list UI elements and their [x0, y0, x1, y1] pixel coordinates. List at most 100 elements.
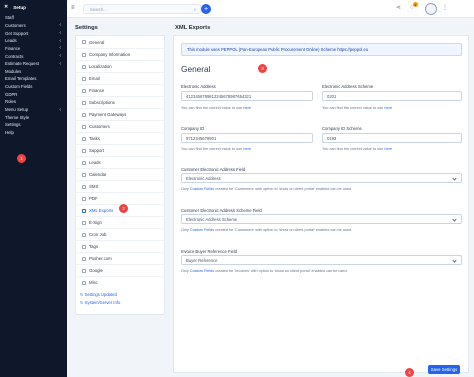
menu-item-icon	[82, 208, 86, 213]
settings-menu-item-label: Support	[89, 148, 105, 153]
settings-menu-item-email[interactable]: Email	[76, 72, 164, 84]
sidebar-item-gdpr[interactable]: GDPR	[0, 90, 67, 98]
settings-menu-item-sms[interactable]: SMS	[76, 180, 164, 192]
chevron-left-icon: ‹	[59, 37, 61, 44]
settings-menu-item-google[interactable]: Google	[76, 264, 164, 276]
menu-item-icon	[82, 244, 86, 249]
invoice-buyer-reference-field-label: Invoice Buyer Reference Field	[181, 249, 238, 254]
menu-item-icon	[82, 268, 86, 273]
settings-menu-item-label: General	[89, 39, 105, 45]
menu-toggle-icon[interactable]: ≡	[71, 5, 75, 11]
company-id-scheme-input[interactable]: 0193	[322, 133, 462, 143]
sidebar-item-help[interactable]: Help	[0, 129, 67, 137]
share-icon[interactable]: ⋖	[396, 4, 401, 11]
sidebar-item-modules[interactable]: Modules	[0, 67, 67, 75]
customer-electronic-address-field-select[interactable]: Electronic Address	[181, 173, 462, 183]
settings-links: ↻ Settings Updated ↻ System/Server Info	[80, 291, 120, 306]
xml-exports-panel: This module uses PEPPOL (Pan-European Pu…	[173, 35, 469, 373]
menu-item-icon	[82, 220, 86, 225]
menu-item-icon	[82, 196, 86, 201]
sidebar-item-roles[interactable]: Roles	[0, 98, 67, 106]
custom-fields-link-3[interactable]: Custom Fields	[190, 269, 214, 273]
settings-menu-item-tags[interactable]: Tags	[76, 240, 164, 252]
sidebar-item-contracts[interactable]: Contracts ‹	[0, 52, 67, 60]
settings-menu-item-calendar[interactable]: Calendar	[76, 168, 164, 180]
company-id-scheme-hint-link[interactable]: here	[384, 147, 392, 151]
settings-menu-item-cron-job[interactable]: Cron Job	[76, 228, 164, 240]
avatar[interactable]	[425, 3, 437, 15]
system-info-link[interactable]: ↻ System/Server Info	[80, 299, 120, 307]
search-icon: ⌕	[193, 7, 196, 12]
custom-fields-link-1[interactable]: Custom Fields	[190, 187, 214, 191]
quick-create-button[interactable]: +	[201, 4, 211, 14]
menu-item-icon	[82, 88, 86, 93]
annotation-badge-4: 4	[405, 368, 414, 377]
settings-menu-item-general[interactable]: General	[76, 36, 164, 48]
menu-item-icon	[82, 184, 86, 189]
sidebar-item-customers[interactable]: Customers ‹	[0, 22, 67, 30]
settings-menu-item-company-information[interactable]: Company Information	[76, 48, 164, 60]
more-icon[interactable]: ⋮	[442, 4, 448, 11]
electronic-address-input[interactable]: 4123456789812345678987654321	[181, 91, 313, 101]
sidebar-item-leads[interactable]: Leads ‹	[0, 37, 67, 45]
menu-item-icon	[82, 172, 86, 177]
invoice-buyer-reference-field-select[interactable]: Buyer Reference	[181, 255, 462, 265]
sidebar-item-settings[interactable]: Settings	[0, 121, 67, 129]
electronic-address-hint: You can find the correct value to use he…	[181, 106, 251, 110]
settings-menu-item-localization[interactable]: Localization	[76, 60, 164, 72]
sidebar-item-label: Help	[5, 129, 14, 135]
settings-menu-item-pusher-com[interactable]: Pusher.com	[76, 252, 164, 264]
company-id-input[interactable]: 9712345678901	[181, 133, 313, 143]
sidebar-item-label: Roles	[5, 99, 16, 105]
settings-menu-item-label: Customers	[89, 124, 110, 129]
close-icon[interactable]: ✕	[4, 4, 8, 10]
sidebar-item-estimate-request[interactable]: Estimate Request ‹	[0, 60, 67, 68]
settings-menu-item-misc[interactable]: Misc	[76, 276, 164, 288]
sidebar-item-get-support[interactable]: Get Support ‹	[0, 29, 67, 37]
sidebar-item-menu-setup[interactable]: Menu Setup ‹	[0, 106, 67, 114]
electronic-address-scheme-hint: You can find the correct value to use he…	[322, 106, 392, 110]
settings-menu-item-e-sign[interactable]: E-Sign	[76, 216, 164, 228]
electronic-address-hint-link[interactable]: here	[243, 106, 251, 110]
sidebar-header[interactable]: ✕ Setup	[0, 0, 67, 14]
settings-menu-item-pdf[interactable]: PDF	[76, 192, 164, 204]
customer-scheme-field-hint: Only Custom Fields created for 'Customer…	[181, 228, 353, 232]
chevron-left-icon: ‹	[59, 30, 61, 37]
electronic-address-scheme-input[interactable]: 0201	[322, 91, 462, 101]
sidebar-item-theme-style[interactable]: Theme Style	[0, 113, 67, 121]
settings-menu-item-finance[interactable]: Finance	[76, 84, 164, 96]
settings-updated-link[interactable]: ↻ Settings Updated	[80, 291, 120, 299]
customer-scheme-field-select[interactable]: Electronic Address Scheme	[181, 214, 462, 224]
settings-heading: Settings	[75, 25, 98, 31]
settings-menu-item-label: Company Information	[89, 52, 131, 57]
settings-menu-item-support[interactable]: Support	[76, 144, 164, 156]
company-id-hint-link[interactable]: here	[243, 147, 251, 151]
sidebar-item-staff[interactable]: Staff	[0, 14, 67, 22]
sidebar-item-custom-fields[interactable]: Custom Fields	[0, 83, 67, 91]
sidebar-item-label: Theme Style	[5, 114, 30, 120]
menu-item-icon	[82, 64, 86, 69]
settings-menu-item-label: Tasks	[89, 136, 100, 141]
sidebar-item-label: Staff	[5, 15, 14, 21]
menu-item-icon	[82, 52, 86, 57]
menu-item-icon	[82, 148, 86, 153]
chevron-left-icon: ‹	[59, 106, 61, 113]
customer-scheme-field-label: Customer Electronic Address Scheme Field	[181, 208, 262, 213]
custom-fields-link-2[interactable]: Custom Fields	[190, 228, 214, 232]
settings-menu-item-leads[interactable]: Leads	[76, 156, 164, 168]
company-id-scheme-hint: You can find the correct value to use he…	[322, 147, 392, 151]
settings-menu-item-tasks[interactable]: Tasks	[76, 132, 164, 144]
sidebar-item-label: Get Support	[5, 30, 29, 36]
electronic-address-scheme-hint-link[interactable]: here	[384, 106, 392, 110]
settings-menu-item-payment-gateways[interactable]: Payment Gateways	[76, 108, 164, 120]
settings-menu-item-customers[interactable]: Customers	[76, 120, 164, 132]
sidebar-item-finance[interactable]: Finance ‹	[0, 45, 67, 53]
save-settings-button[interactable]: Save Settings	[428, 365, 460, 374]
settings-menu-item-label: Finance	[89, 88, 105, 93]
sidebar-item-email-templates[interactable]: Email Templates	[0, 75, 67, 83]
settings-menu-item-subscriptions[interactable]: Subscriptions	[76, 96, 164, 108]
sidebar-item-label: Leads	[5, 38, 17, 44]
notification-badge: 2	[413, 2, 418, 7]
sidebar-item-label: Customers	[5, 22, 26, 28]
search-input[interactable]: Search... ⌕	[83, 4, 201, 14]
